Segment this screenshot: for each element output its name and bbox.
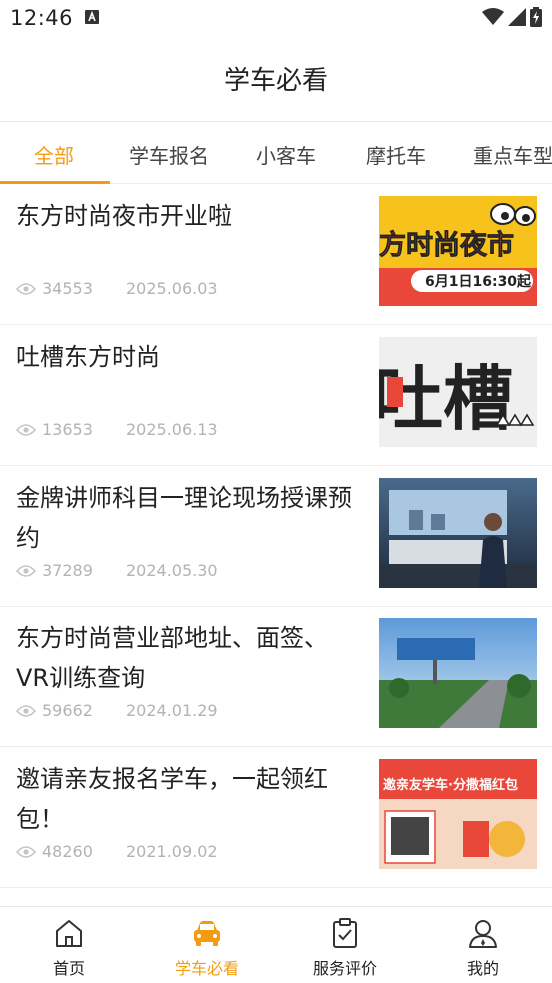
view-count: 48260 [42, 842, 93, 861]
home-icon [56, 920, 82, 947]
classroom-photo [379, 478, 537, 588]
nav-label: 服务评价 [312, 959, 377, 978]
tab-small-car[interactable]: 小客车 [256, 140, 316, 169]
tab-all[interactable]: 全部 [34, 140, 74, 169]
article-title: 金牌讲师科目一理论现场授课预约 [16, 484, 352, 552]
eye-icon [16, 704, 36, 717]
roadside-photo [379, 618, 537, 728]
app-screen: 12:46 学车必看 全部 学车报名 小客车 摩托车 重点车型 东方时尚夜市开业… [0, 0, 552, 983]
status-bar: 12:46 [0, 0, 552, 38]
wifi-icon [482, 8, 504, 25]
article-title: 东方时尚营业部地址、面签、VR训练查询 [16, 624, 328, 692]
status-time: 12:46 [10, 6, 74, 30]
article-thumbnail: 吐槽 [379, 337, 537, 447]
category-tabs: 全部 学车报名 小客车 摩托车 重点车型 [0, 122, 552, 184]
thumb-graphic: 吐槽 [379, 337, 537, 447]
clipboard-check-icon [333, 918, 357, 948]
promo-banner: 邀亲友学车·分撒福红包 [379, 759, 537, 869]
eye-icon [16, 845, 36, 858]
article-meta: 34553 2025.06.03 [16, 279, 218, 298]
article-item[interactable]: 金牌讲师科目一理论现场授课预约 37289 2024.05.30 [0, 466, 552, 607]
nav-service-review[interactable]: 服务评价 [276, 907, 414, 983]
nav-label: 学车必看 [174, 959, 239, 978]
article-title: 邀请亲友报名学车，一起领红包！ [16, 765, 328, 833]
user-icon [469, 920, 497, 948]
view-count: 37289 [42, 561, 93, 580]
view-count: 13653 [42, 420, 93, 439]
article-title: 吐槽东方时尚 [16, 343, 160, 371]
article-item[interactable]: 东方时尚营业部地址、面签、VR训练查询 59662 2024.01.29 [0, 606, 552, 747]
signal-icon [508, 8, 526, 26]
article-meta: 48260 2021.09.02 [16, 842, 218, 861]
car-icon [194, 921, 220, 946]
thumb-graphic: 方时尚夜市 6月1日16:30起 [379, 196, 537, 306]
nav-profile[interactable]: 我的 [414, 907, 552, 983]
article-thumbnail: 方时尚夜市 6月1日16:30起 [379, 196, 537, 306]
nav-label: 我的 [466, 959, 499, 978]
tab-registration[interactable]: 学车报名 [129, 140, 209, 169]
thumb-title-text: 邀亲友学车·分撒福红包 [383, 777, 518, 793]
article-item[interactable]: 邀请亲友报名学车，一起领红包！ 48260 2021.09.02 邀亲友学车·分… [0, 747, 552, 888]
nav-label: 首页 [52, 959, 85, 978]
view-count: 34553 [42, 279, 93, 298]
tab-key-vehicle[interactable]: 重点车型 [473, 140, 552, 169]
thumb-subtitle-text: 6月1日16:30起 [425, 273, 532, 290]
eye-icon [16, 564, 36, 577]
article-meta: 13653 2025.06.13 [16, 420, 218, 439]
article-meta: 59662 2024.01.29 [16, 701, 218, 720]
article-item[interactable]: 吐槽东方时尚 13653 2025.06.13 吐槽 [0, 325, 552, 466]
eye-icon [16, 423, 36, 436]
view-count: 59662 [42, 701, 93, 720]
thumb-title-text: 方时尚夜市 [379, 229, 514, 261]
article-item[interactable]: 东方时尚夜市开业啦 34553 2025.06.03 方时尚夜市 6月1日16:… [0, 184, 552, 325]
keyboard-a-icon [85, 10, 99, 24]
nav-home[interactable]: 首页 [0, 907, 138, 983]
publish-date: 2021.09.02 [126, 842, 218, 861]
publish-date: 2024.05.30 [126, 561, 218, 580]
bottom-nav: 首页 学车必看 服务评价 我的 [0, 906, 552, 983]
eye-icon [16, 282, 36, 295]
publish-date: 2025.06.13 [126, 420, 218, 439]
article-thumbnail [379, 618, 537, 728]
article-meta: 37289 2024.05.30 [16, 561, 218, 580]
tab-motorcycle[interactable]: 摩托车 [366, 140, 426, 169]
page-title: 学车必看 [223, 66, 328, 96]
article-thumbnail [379, 478, 537, 588]
status-icons [482, 7, 542, 27]
battery-charging-icon [530, 7, 542, 27]
publish-date: 2025.06.03 [126, 279, 218, 298]
article-title: 东方时尚夜市开业啦 [16, 202, 232, 230]
article-thumbnail: 邀亲友学车·分撒福红包 [379, 759, 537, 869]
publish-date: 2024.01.29 [126, 701, 218, 720]
nav-learn-must-see[interactable]: 学车必看 [138, 907, 276, 983]
